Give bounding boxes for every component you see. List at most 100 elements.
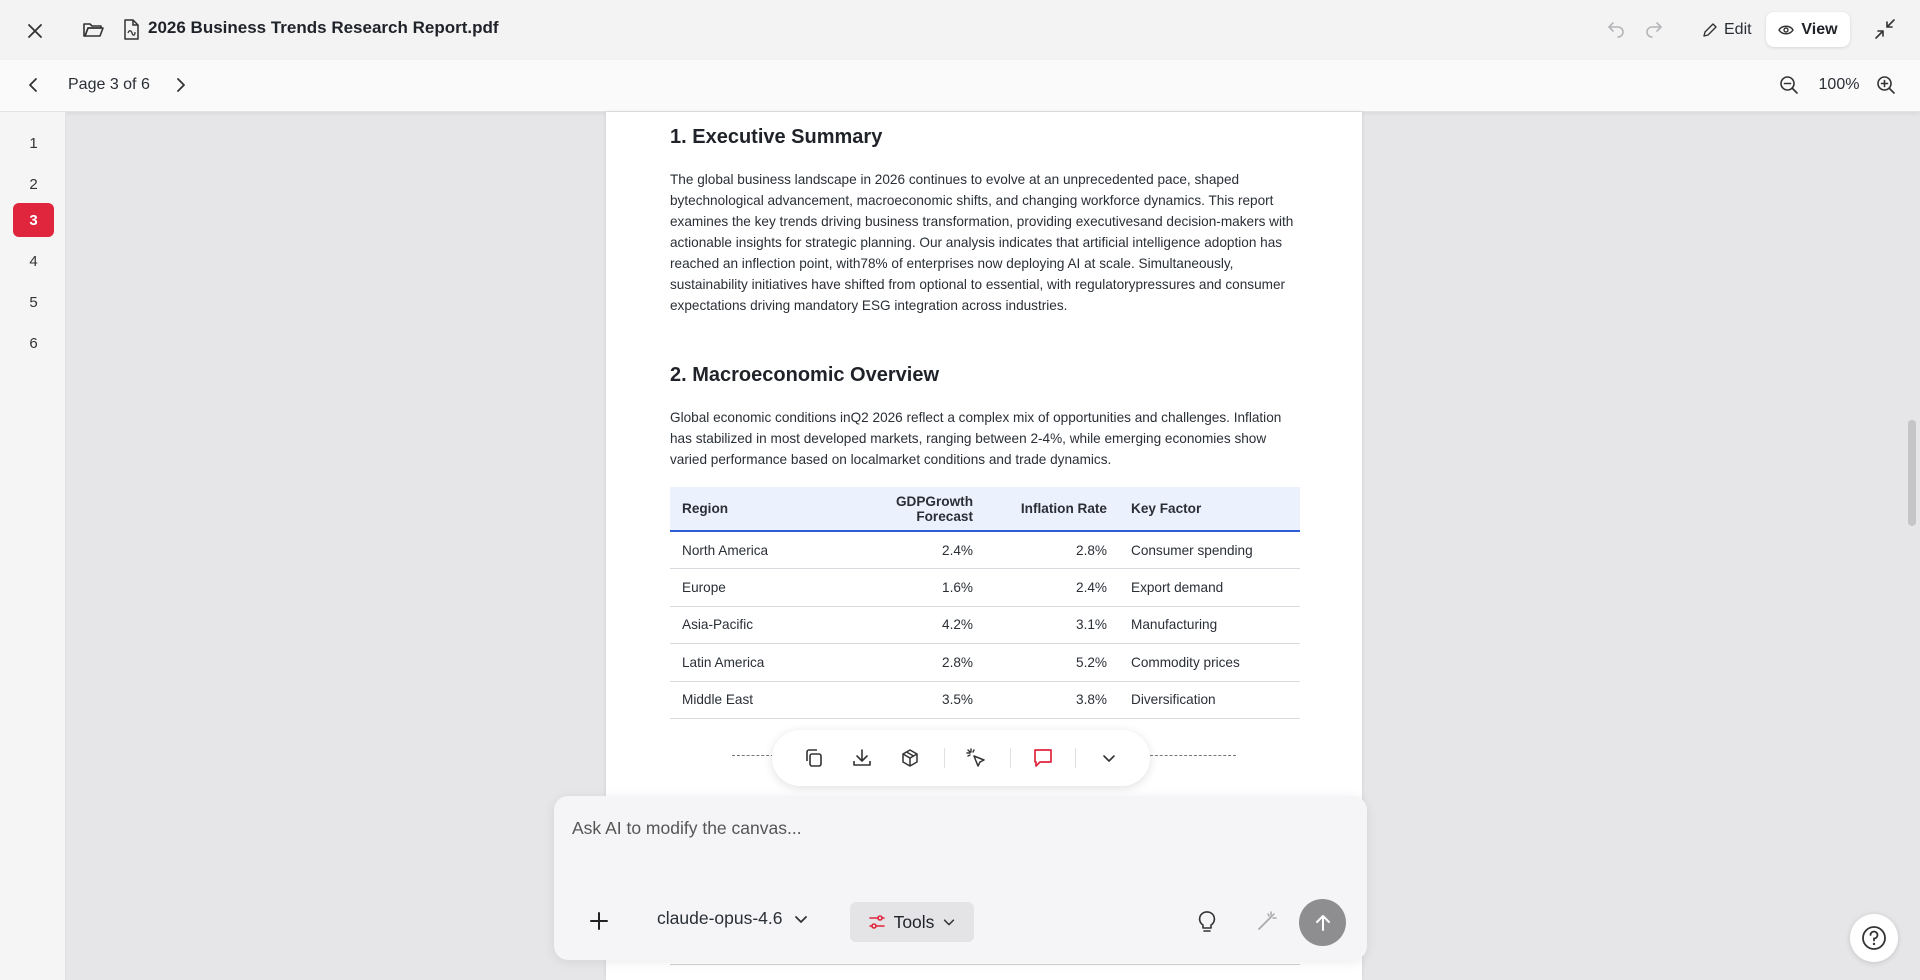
edit-label: Edit [1724, 21, 1752, 38]
toolbar-separator [1075, 748, 1076, 768]
plus-icon[interactable] [588, 910, 612, 934]
paragraph-line: has stabilized in most developed markets… [670, 431, 1267, 446]
cell-region: Europe [670, 568, 835, 607]
paragraph-line: sustainability initiatives have shifted … [670, 277, 1286, 292]
zoom-level: 100% [1818, 76, 1860, 93]
table-row: North America 2.4% 2.8% Consumer spendin… [670, 531, 1300, 569]
table-row: Middle East 3.5% 3.8% Diversification [670, 681, 1300, 719]
cell-region: Latin America [670, 643, 835, 682]
send-button[interactable] [1299, 899, 1346, 946]
ai-prompt-panel: claude-opus-4.6 Tools [554, 796, 1367, 960]
redo-icon[interactable] [1644, 18, 1666, 40]
regional-economics-table-wrapper: Region GDPGrowth Forecast Inflation Rate… [670, 487, 1300, 719]
title-bar: 2026 Business Trends Research Report.pdf… [0, 0, 1920, 60]
paragraph-line: reached an inflection point, with78% of … [670, 256, 1234, 271]
magic-wand-icon[interactable] [1256, 910, 1278, 932]
cube-icon[interactable] [898, 746, 922, 770]
tools-button[interactable]: Tools [850, 902, 974, 942]
paragraph-line: bytechnological advancement, macroeconom… [670, 193, 1274, 208]
cell-key-factor: Diversification [1119, 681, 1300, 719]
edit-button[interactable]: Edit [1694, 14, 1760, 46]
chevron-down-icon[interactable] [1097, 746, 1121, 770]
cell-key-factor: Manufacturing [1119, 606, 1300, 644]
table-row: Asia-Pacific 4.2% 3.1% Manufacturing [670, 606, 1300, 644]
paragraph-line: actionable insights for strategic planni… [670, 235, 1283, 250]
section-heading-executive-summary: 1. Executive Summary [670, 126, 883, 148]
cell-region: North America [670, 531, 835, 569]
paragraph-line: The global business landscape in 2026 co… [670, 172, 1240, 187]
chevron-right-icon[interactable] [170, 75, 192, 97]
download-icon[interactable] [850, 746, 874, 770]
thumbnail-page-4[interactable]: 4 [13, 244, 54, 278]
column-header-inflation: Inflation Rate [985, 487, 1119, 532]
scrollbar-thumb[interactable] [1908, 420, 1916, 526]
paragraph-line: examines the key trends driving business… [670, 214, 1294, 229]
cell-key-factor: Consumer spending [1119, 531, 1300, 569]
macroeconomic-paragraph: Global economic conditions inQ2 2026 ref… [670, 407, 1300, 470]
ai-prompt-input[interactable] [572, 818, 1332, 839]
page-nav-bar: Page 3 of 6 100% [0, 60, 1920, 112]
model-name: claude-opus-4.6 [657, 908, 783, 928]
table-header-row: Region GDPGrowth Forecast Inflation Rate… [670, 487, 1300, 532]
tools-label: Tools [893, 911, 935, 932]
lightbulb-icon[interactable] [1196, 910, 1218, 934]
cell-gdp-growth: 4.2% [835, 606, 985, 644]
cell-inflation: 2.8% [985, 531, 1119, 569]
page-rule [670, 964, 1300, 965]
table-row: Europe 1.6% 2.4% Export demand [670, 568, 1300, 607]
zoom-out-icon[interactable] [1778, 74, 1802, 98]
floating-toolbar [772, 730, 1150, 786]
sliders-icon [868, 913, 886, 931]
chevron-down-icon [942, 915, 956, 929]
thumbnail-page-1[interactable]: 1 [13, 126, 54, 160]
column-header-region: Region [670, 487, 835, 532]
eye-icon [1778, 24, 1795, 36]
thumbnail-page-2[interactable]: 2 [13, 167, 54, 201]
pdf-file-icon [122, 19, 142, 41]
cell-inflation: 2.4% [985, 568, 1119, 607]
cell-key-factor: Export demand [1119, 568, 1300, 607]
cell-inflation: 5.2% [985, 643, 1119, 682]
copy-icon[interactable] [802, 746, 826, 770]
cell-key-factor: Commodity prices [1119, 643, 1300, 682]
paragraph-line: expectations driving mandatory ESG integ… [670, 298, 1068, 313]
cell-inflation: 3.1% [985, 606, 1119, 644]
paragraph-line: Global economic conditions inQ2 2026 ref… [670, 410, 1282, 425]
paragraph-line: varied performance based on localmarket … [670, 452, 1112, 467]
page-indicator: Page 3 of 6 [68, 76, 150, 93]
pointer-sparkle-icon[interactable] [964, 746, 988, 770]
table-row: Latin America 2.8% 5.2% Commodity prices [670, 643, 1300, 682]
column-header-gdp-growth: GDPGrowth Forecast [835, 487, 985, 532]
toolbar-separator [1010, 748, 1011, 768]
minimize-icon[interactable] [1874, 18, 1898, 42]
cell-region: Asia-Pacific [670, 606, 835, 644]
close-icon[interactable] [22, 18, 48, 44]
undo-icon[interactable] [1606, 18, 1628, 40]
scrollbar[interactable] [1906, 112, 1920, 980]
page-break-divider-left [732, 755, 774, 756]
cell-gdp-growth: 1.6% [835, 568, 985, 607]
arrow-up-icon [1313, 913, 1333, 933]
help-icon [1861, 925, 1887, 951]
page-break-divider-right [1150, 755, 1236, 756]
cell-region: Middle East [670, 681, 835, 719]
model-selector[interactable]: claude-opus-4.6 [657, 908, 809, 929]
zoom-in-icon[interactable] [1875, 74, 1899, 98]
toolbar-separator [944, 748, 945, 768]
thumbnail-page-5[interactable]: 5 [13, 285, 54, 319]
comment-icon[interactable] [1031, 746, 1055, 770]
cell-gdp-growth: 3.5% [835, 681, 985, 719]
document-title: 2026 Business Trends Research Report.pdf [148, 18, 499, 37]
executive-summary-paragraph: The global business landscape in 2026 co… [670, 169, 1300, 316]
chevron-left-icon[interactable] [24, 75, 46, 97]
view-label: View [1801, 20, 1838, 38]
view-button[interactable]: View [1766, 12, 1850, 47]
cell-gdp-growth: 2.8% [835, 643, 985, 682]
column-header-key-factor: Key Factor [1119, 487, 1300, 532]
help-button[interactable] [1850, 914, 1898, 962]
folder-open-icon[interactable] [80, 17, 106, 43]
section-heading-macroeconomic-overview: 2. Macroeconomic Overview [670, 364, 940, 386]
thumbnail-page-6[interactable]: 6 [13, 326, 54, 360]
page-thumbnail-rail: 1 2 3 4 5 6 [0, 112, 66, 980]
thumbnail-page-3[interactable]: 3 [13, 203, 54, 237]
